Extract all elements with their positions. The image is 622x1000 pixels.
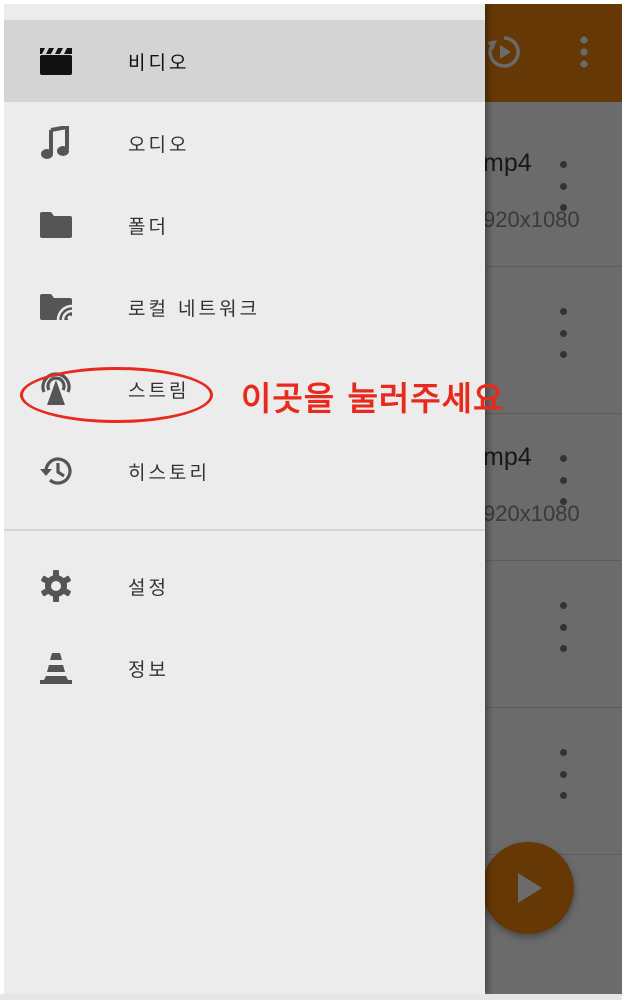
nav-item-about[interactable]: 정보 — [4, 627, 485, 709]
nav-item-video[interactable]: 비디오 — [4, 20, 485, 102]
nav-item-label: 히스토리 — [128, 462, 210, 484]
nav-item-label: 로컬 네트워크 — [128, 298, 260, 320]
history-icon — [34, 449, 78, 493]
nav-item-label: 설정 — [128, 577, 169, 599]
annotation-text: 이곳을 눌러주세요 — [241, 379, 505, 418]
nav-item-local-network[interactable]: 로컬 네트워크 — [4, 266, 485, 348]
nav-item-label: 비디오 — [128, 52, 190, 74]
folder-icon — [34, 203, 78, 247]
drawer-divider — [4, 529, 485, 531]
screen: mp4 920x1080 mp4 920x1080 — [4, 4, 622, 994]
gear-icon — [34, 564, 78, 608]
annotation-ellipse — [20, 367, 213, 423]
vlc-cone-icon — [34, 646, 78, 690]
nav-item-folder[interactable]: 폴더 — [4, 184, 485, 266]
nav-item-label: 오디오 — [128, 134, 190, 156]
video-clapper-icon — [34, 39, 78, 83]
network-folder-icon — [34, 285, 78, 329]
bottom-edge — [0, 994, 622, 1000]
drawer-top-strip — [4, 4, 485, 20]
nav-item-history[interactable]: 히스토리 — [4, 430, 485, 512]
nav-item-settings[interactable]: 설정 — [4, 545, 485, 627]
nav-item-label: 폴더 — [128, 216, 169, 238]
navigation-drawer: 비디오 오디오 폴더 로컬 네트워크 스트림 히스토리 설정 정보 — [4, 4, 485, 994]
nav-item-audio[interactable]: 오디오 — [4, 102, 485, 184]
nav-item-label: 정보 — [128, 659, 169, 681]
music-note-icon — [34, 121, 78, 165]
